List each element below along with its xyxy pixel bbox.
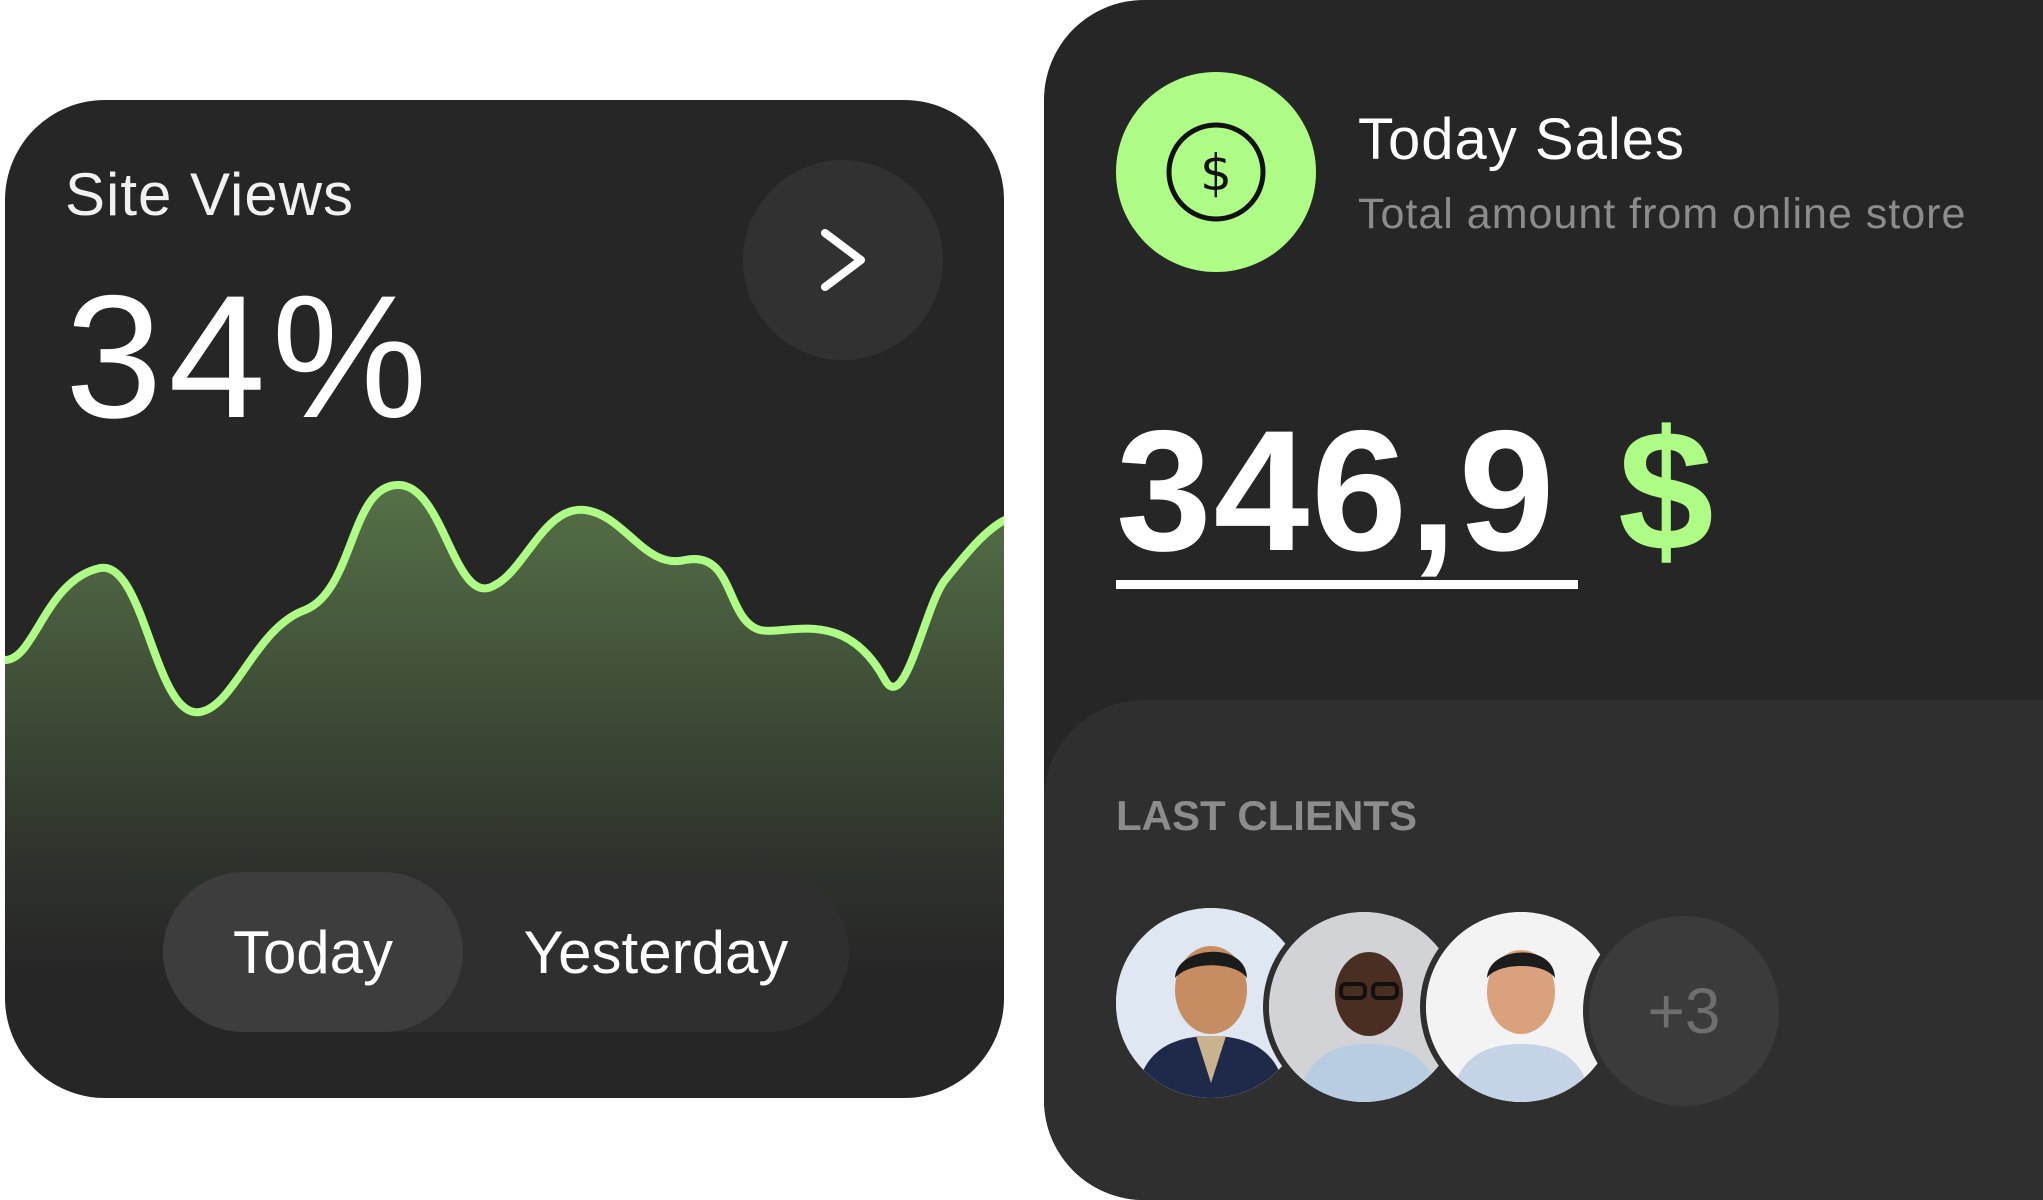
chevron-right-icon [821,229,865,291]
dollar-coin-icon: $ [1166,122,1266,222]
site-views-title: Site Views [65,161,355,228]
toggle-yesterday[interactable]: Yesterday [463,872,849,1032]
site-views-card: Site Views 34% Today Yesterday [5,100,1004,1098]
toggle-today[interactable]: Today [163,872,463,1032]
site-views-value: 34% [65,260,434,455]
last-clients-label: LAST CLIENTS [1116,792,1417,839]
client-avatar-3[interactable] [1426,912,1616,1102]
sales-subtitle: Total amount from online store [1358,190,1967,238]
today-sales-card: $ Today Sales Total amount from online s… [1044,0,2043,1200]
sales-amount-underline [1116,580,1578,589]
sales-amount: 346,9 [1116,395,1557,587]
sales-currency: $ [1618,395,1714,587]
sales-icon-badge: $ [1116,72,1316,272]
last-clients-panel: LAST CLIENTS +3 [1044,700,2043,1200]
sales-title: Today Sales [1358,107,1685,172]
person-avatar-icon [1426,912,1616,1102]
dollar-glyph: $ [1200,144,1232,202]
next-button[interactable] [743,160,943,360]
day-toggle: Today Yesterday [163,872,849,1032]
more-clients-badge[interactable]: +3 [1589,916,1779,1106]
